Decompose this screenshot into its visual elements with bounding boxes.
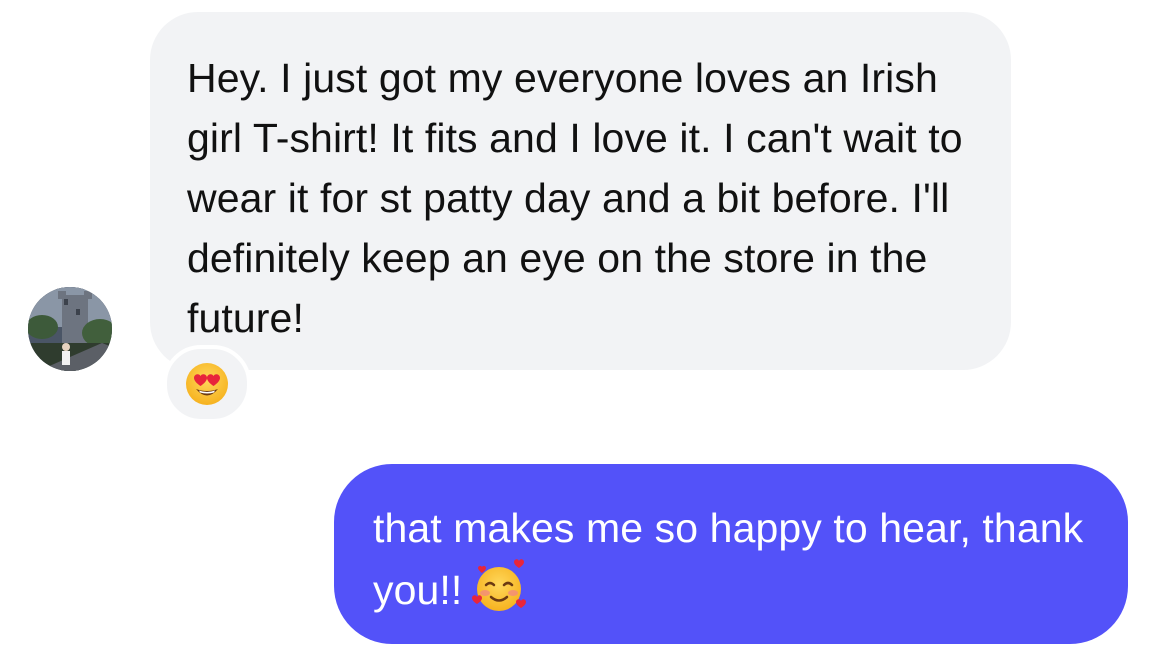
outgoing-message-line: that makes me so happy to hear, thank yo… xyxy=(373,498,1098,632)
castle-photo-icon xyxy=(28,287,112,371)
avatar[interactable] xyxy=(28,287,112,371)
incoming-message-text: Hey. I just got my everyone loves an Iri… xyxy=(187,55,963,341)
message-reaction[interactable] xyxy=(163,345,251,423)
outgoing-message-bubble[interactable]: that makes me so happy to hear, thank yo… xyxy=(334,464,1128,644)
chat-thread: Hey. I just got my everyone loves an Iri… xyxy=(0,0,1151,664)
smiling-face-with-hearts-emoji-icon xyxy=(470,558,528,632)
incoming-message-bubble[interactable]: Hey. I just got my everyone loves an Iri… xyxy=(150,12,1011,370)
heart-eyes-emoji-icon xyxy=(186,363,228,405)
